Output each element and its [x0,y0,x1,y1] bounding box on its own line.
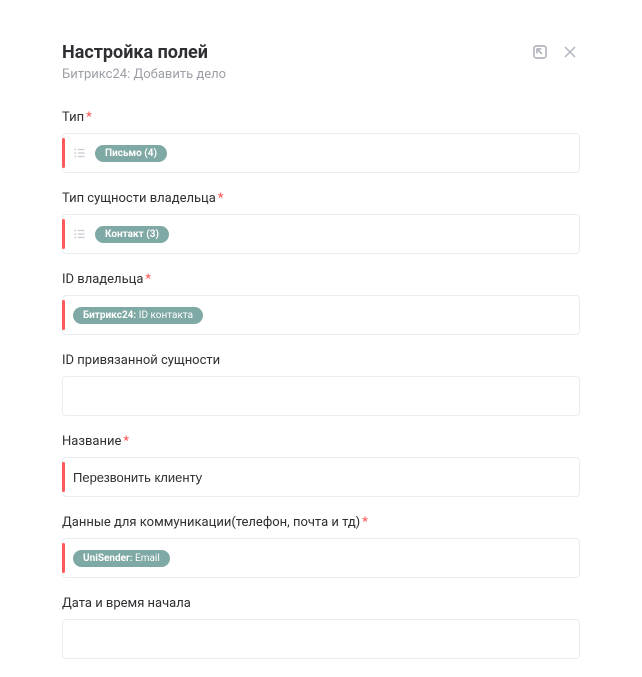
required-mark: * [362,515,368,530]
field-start-datetime-label: Дата и время начала [62,596,580,611]
field-linked-entity-id: ID привязанной сущности [62,353,580,416]
field-linked-entity-id-label: ID привязанной сущности [62,353,580,368]
field-type-label: Тип* [62,110,580,125]
field-linked-entity-id-input[interactable] [62,376,580,416]
pill-type[interactable]: Письмо (4) [95,145,167,162]
close-icon[interactable] [560,42,580,62]
page-title: Настройка полей [62,42,226,63]
expand-icon[interactable] [530,42,550,62]
list-icon [73,227,87,241]
required-mark: * [218,191,224,206]
pill-comm-data[interactable]: UniSender: Email [73,550,170,567]
list-icon [73,146,87,160]
page-subtitle: Битрикс24: Добавить дело [62,67,226,82]
header-actions [530,42,580,62]
required-mark: * [86,110,92,125]
field-owner-entity-type-label: Тип сущности владельца* [62,191,580,206]
field-title-label: Название* [62,434,580,449]
field-owner-entity-type-input[interactable]: Контакт (3) [62,214,580,254]
start-datetime-text[interactable] [73,620,569,658]
label-text: Тип [62,110,84,125]
label-text: Название [62,434,121,449]
header-text: Настройка полей Битрикс24: Добавить дело [62,42,226,82]
field-owner-id-label: ID владельца* [62,272,580,287]
field-title: Название* [62,434,580,497]
field-comm-data: Данные для коммуникации(телефон, почта и… [62,515,580,578]
field-owner-id-input[interactable]: Битрикс24: ID контакта [62,295,580,335]
label-text: Тип сущности владельца [62,191,216,206]
field-start-datetime-input[interactable] [62,619,580,659]
field-owner-id: ID владельца* Битрикс24: ID контакта [62,272,580,335]
field-type: Тип* Письмо (4) [62,110,580,173]
linked-entity-id-text[interactable] [73,377,569,415]
title-text[interactable] [73,458,569,496]
pill-owner-entity-type[interactable]: Контакт (3) [95,226,169,243]
field-comm-data-input[interactable]: UniSender: Email [62,538,580,578]
required-mark: * [123,434,129,449]
field-title-input[interactable] [62,457,580,497]
header: Настройка полей Битрикс24: Добавить дело [62,42,580,82]
field-type-input[interactable]: Письмо (4) [62,133,580,173]
field-start-datetime: Дата и время начала [62,596,580,659]
label-text: ID владельца [62,272,143,287]
required-mark: * [145,272,151,287]
pill-owner-id[interactable]: Битрикс24: ID контакта [73,307,203,324]
field-comm-data-label: Данные для коммуникации(телефон, почта и… [62,515,580,530]
label-text: Данные для коммуникации(телефон, почта и… [62,515,360,530]
field-owner-entity-type: Тип сущности владельца* Контакт (3) [62,191,580,254]
